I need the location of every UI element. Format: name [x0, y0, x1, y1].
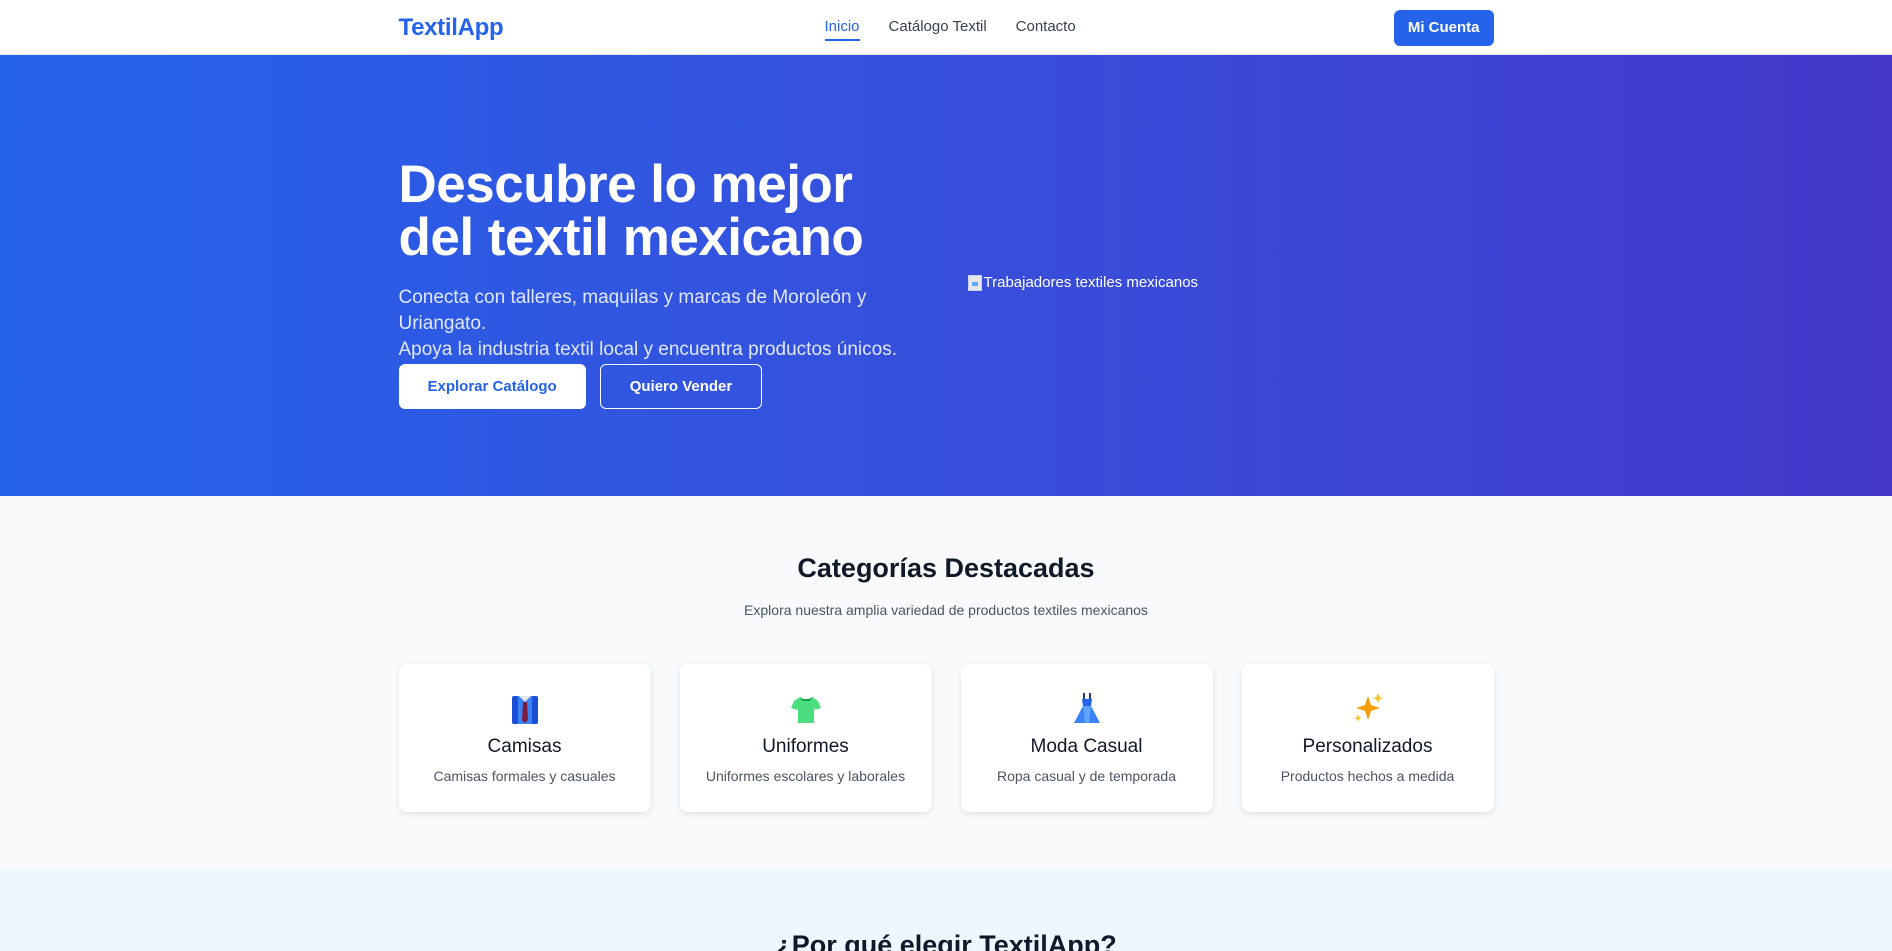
categories-subtitle: Explora nuestra amplia variedad de produ… — [744, 602, 1148, 618]
tshirt-icon — [790, 697, 821, 723]
category-cards: Camisas Camisas formales y casuales Unif… — [398, 664, 1494, 812]
sell-button[interactable]: Quiero Vender — [599, 364, 763, 409]
hero-title-line1: Descubre lo mejor — [398, 155, 853, 214]
hero-image: Trabajadores textiles mexicanos — [967, 274, 1199, 291]
nav-link-catalogo[interactable]: Catálogo Textil — [889, 18, 987, 41]
hero-image-alt: Trabajadores textiles mexicanos — [983, 274, 1199, 291]
hero-subtitle-line1: Conecta con talleres, maquilas y marcas … — [398, 287, 867, 334]
hero-section: Descubre lo mejor del textil mexicano Co… — [0, 55, 1892, 496]
category-title: Personalizados — [1302, 736, 1433, 757]
category-card-moda-casual[interactable]: Moda Casual Ropa casual y de temporada — [960, 664, 1213, 812]
categories-section: Categorías Destacadas Explora nuestra am… — [0, 496, 1892, 870]
broken-image-icon — [967, 274, 982, 291]
logo[interactable]: TextilApp — [399, 14, 504, 42]
hero-subtitle-line2: Apoya la industria textil local y encuen… — [398, 339, 898, 360]
account-button[interactable]: Mi Cuenta — [1393, 9, 1494, 46]
dress-icon — [1073, 693, 1100, 723]
category-card-uniformes[interactable]: Uniformes Uniformes escolares y laborale… — [679, 664, 932, 812]
sparkles-icon — [1353, 693, 1383, 722]
shirt-tie-icon — [511, 696, 538, 724]
category-title: Uniformes — [762, 736, 849, 757]
hero-subtitle: Conecta con talleres, maquilas y marcas … — [399, 285, 959, 363]
hero-title: Descubre lo mejor del textil mexicano — [399, 158, 959, 264]
explore-catalog-button[interactable]: Explorar Catálogo — [398, 364, 586, 409]
category-title: Moda Casual — [1030, 736, 1143, 757]
category-description: Productos hechos a medida — [1280, 768, 1455, 784]
why-title: ¿Por qué elegir TextilApp? — [775, 930, 1117, 951]
categories-title: Categorías Destacadas — [797, 553, 1095, 583]
category-card-camisas[interactable]: Camisas Camisas formales y casuales — [398, 664, 651, 812]
navbar: TextilApp Inicio Catálogo Textil Contact… — [0, 0, 1892, 55]
category-description: Camisas formales y casuales — [433, 768, 616, 784]
category-card-personalizados[interactable]: Personalizados Productos hechos a medida — [1241, 664, 1494, 812]
main-nav: Inicio Catálogo Textil Contacto — [824, 0, 1076, 55]
category-description: Ropa casual y de temporada — [997, 768, 1176, 784]
category-description: Uniformes escolares y laborales — [705, 768, 906, 784]
hero-title-line2: del textil mexicano — [398, 208, 864, 267]
nav-link-contacto[interactable]: Contacto — [1016, 18, 1076, 41]
nav-link-inicio[interactable]: Inicio — [824, 18, 860, 41]
hero-buttons: Explorar Catálogo Quiero Vender — [398, 364, 763, 409]
category-title: Camisas — [487, 736, 562, 757]
why-section: ¿Por qué elegir TextilApp? — [0, 870, 1892, 951]
